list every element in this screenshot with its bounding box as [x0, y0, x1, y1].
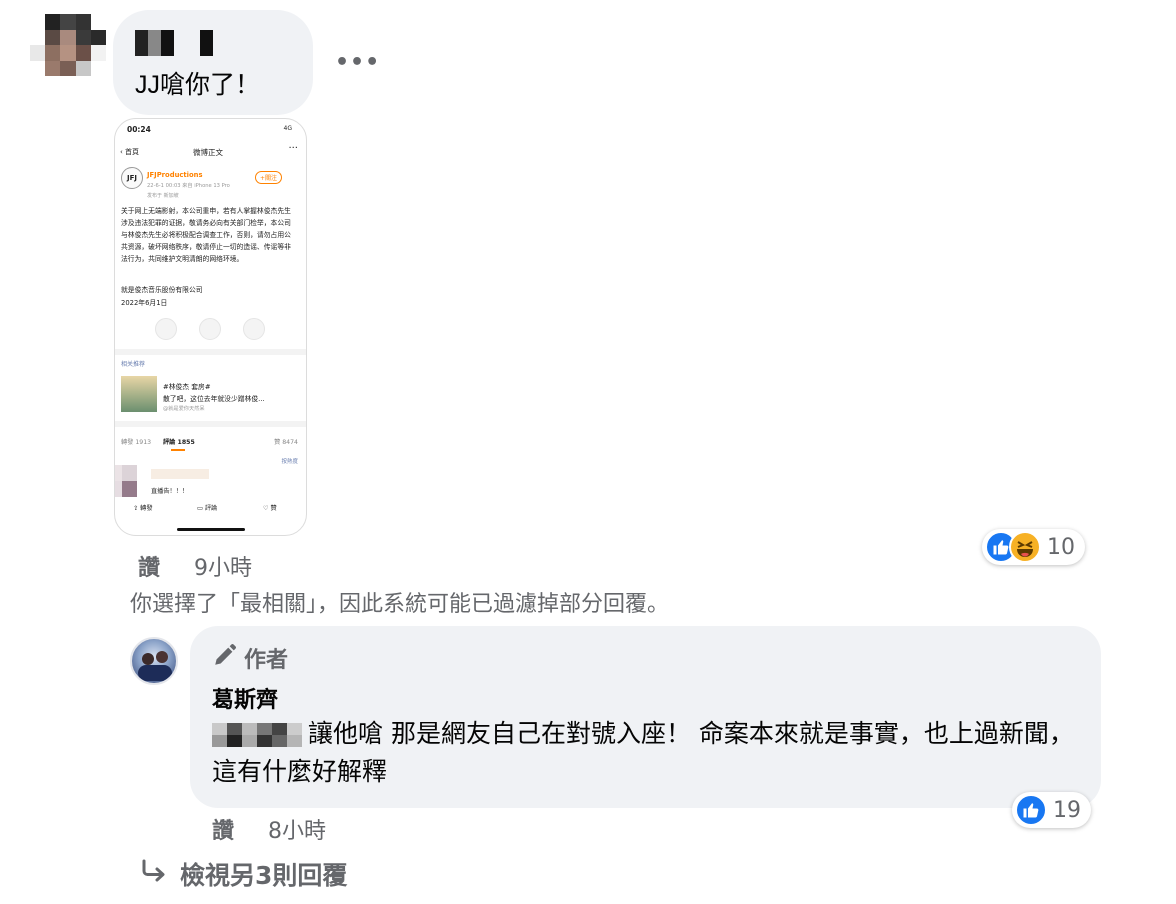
separator — [115, 349, 306, 355]
comment-text: JJ嗆你了！ — [135, 71, 261, 99]
related-source: @就是爱你天然呆 — [163, 406, 205, 412]
post-sign: 就是俊杰音乐股份有限公司 — [121, 286, 203, 294]
redacted-name — [151, 469, 209, 479]
home-indicator — [177, 528, 245, 531]
related-title: #林俊杰 套房# — [163, 383, 211, 391]
more-options-button[interactable]: ••• — [335, 50, 380, 75]
reply-avatar[interactable] — [130, 637, 178, 685]
filter-notice: 你選擇了「最相關」，因此系統可能已過濾掉部分回覆。 — [130, 592, 670, 617]
comment-reactions[interactable]: 10 — [982, 529, 1085, 565]
reply-like-button[interactable]: 讚 — [212, 813, 234, 845]
view-more-label: 檢視另3則回覆 — [180, 861, 348, 890]
comment-actions: 讚 9小時 — [138, 550, 252, 582]
post-meta: 22-6-1 00:03 來自 iPhone 13 Pro — [147, 183, 230, 189]
like-icon — [1015, 794, 1047, 826]
commenter-name-redacted[interactable] — [135, 30, 213, 56]
comment-button: ▭ 評論 — [197, 505, 218, 512]
comment-bubble: JJ嗆你了！ — [113, 10, 313, 115]
like-button-small: ♡ 贊 — [263, 505, 277, 512]
follow-badge: +關注 — [255, 171, 283, 184]
share-moments-icon — [199, 318, 221, 340]
separator-2 — [115, 421, 306, 427]
comment-tab-underline — [171, 449, 185, 451]
related-thumbnail — [121, 376, 157, 412]
reply-arrow-icon — [140, 859, 168, 889]
post-meta-2: 发布于 新加坡 — [147, 193, 179, 199]
share-wechat-icon — [155, 318, 177, 340]
account-logo: JFJ — [121, 167, 143, 189]
reply-text: 讓他嗆 那是網友自己在對號入座！ 命案本來就是事實，也上過新聞，這有什麼好解釋 — [212, 719, 1074, 786]
comment-like-button[interactable]: 讚 — [138, 550, 160, 582]
redacted-avatar — [115, 465, 137, 497]
repost-count: 轉發 1913 — [121, 439, 152, 446]
reply-reaction-count: 19 — [1053, 797, 1081, 823]
reply-actions: 讚 8小時 — [212, 813, 326, 845]
pencil-icon — [212, 642, 238, 674]
reply-text-small: 直播告！！！ — [151, 488, 189, 495]
sort-label: 按熱度 — [281, 459, 298, 465]
comment-time[interactable]: 9小時 — [194, 550, 252, 582]
attached-screenshot[interactable]: 00:24 4G ‹ 首頁 微博正文 ··· JFJ JFJProduction… — [114, 118, 307, 536]
view-more-replies[interactable]: 檢視另3則回覆 — [140, 856, 347, 892]
screenshot-title: 微博正文 — [193, 148, 223, 157]
reply-reactions[interactable]: 19 — [1012, 792, 1091, 828]
post-date: 2022年6月1日 — [121, 299, 168, 307]
status-signal: 4G — [283, 125, 292, 132]
haha-icon — [1009, 531, 1041, 563]
status-time: 00:24 — [127, 125, 151, 134]
commenter-avatar[interactable] — [30, 14, 106, 76]
author-badge: 作者 — [212, 642, 288, 674]
reply-author-name[interactable]: 葛斯齊 — [212, 682, 278, 714]
reply-bubble: 作者 葛斯齊 讓他嗆 那是網友自己在對號入座！ 命案本來就是事實，也上過新聞，這… — [190, 626, 1101, 808]
repost-button: ⇪ 轉發 — [133, 505, 153, 512]
comment-reaction-count: 10 — [1047, 534, 1075, 560]
author-badge-label: 作者 — [244, 648, 289, 673]
back-link: ‹ 首頁 — [120, 148, 140, 156]
like-count: 贊 8474 — [274, 439, 298, 446]
account-name: JFJProductions — [147, 171, 203, 179]
screenshot-more-icon: ··· — [288, 143, 298, 154]
favorite-icon — [243, 318, 265, 340]
reply-time[interactable]: 8小時 — [268, 813, 326, 845]
related-label: 相关推荐 — [121, 361, 146, 368]
comment-count: 評論 1855 — [163, 439, 195, 446]
related-text: 散了吧，这位去年就没少蹭林俊... — [163, 395, 265, 403]
post-body: 关于网上无端影射，本公司重申，若有人掌握林俊杰先生涉及违法犯罪的证据，敬请务必向… — [121, 207, 291, 263]
